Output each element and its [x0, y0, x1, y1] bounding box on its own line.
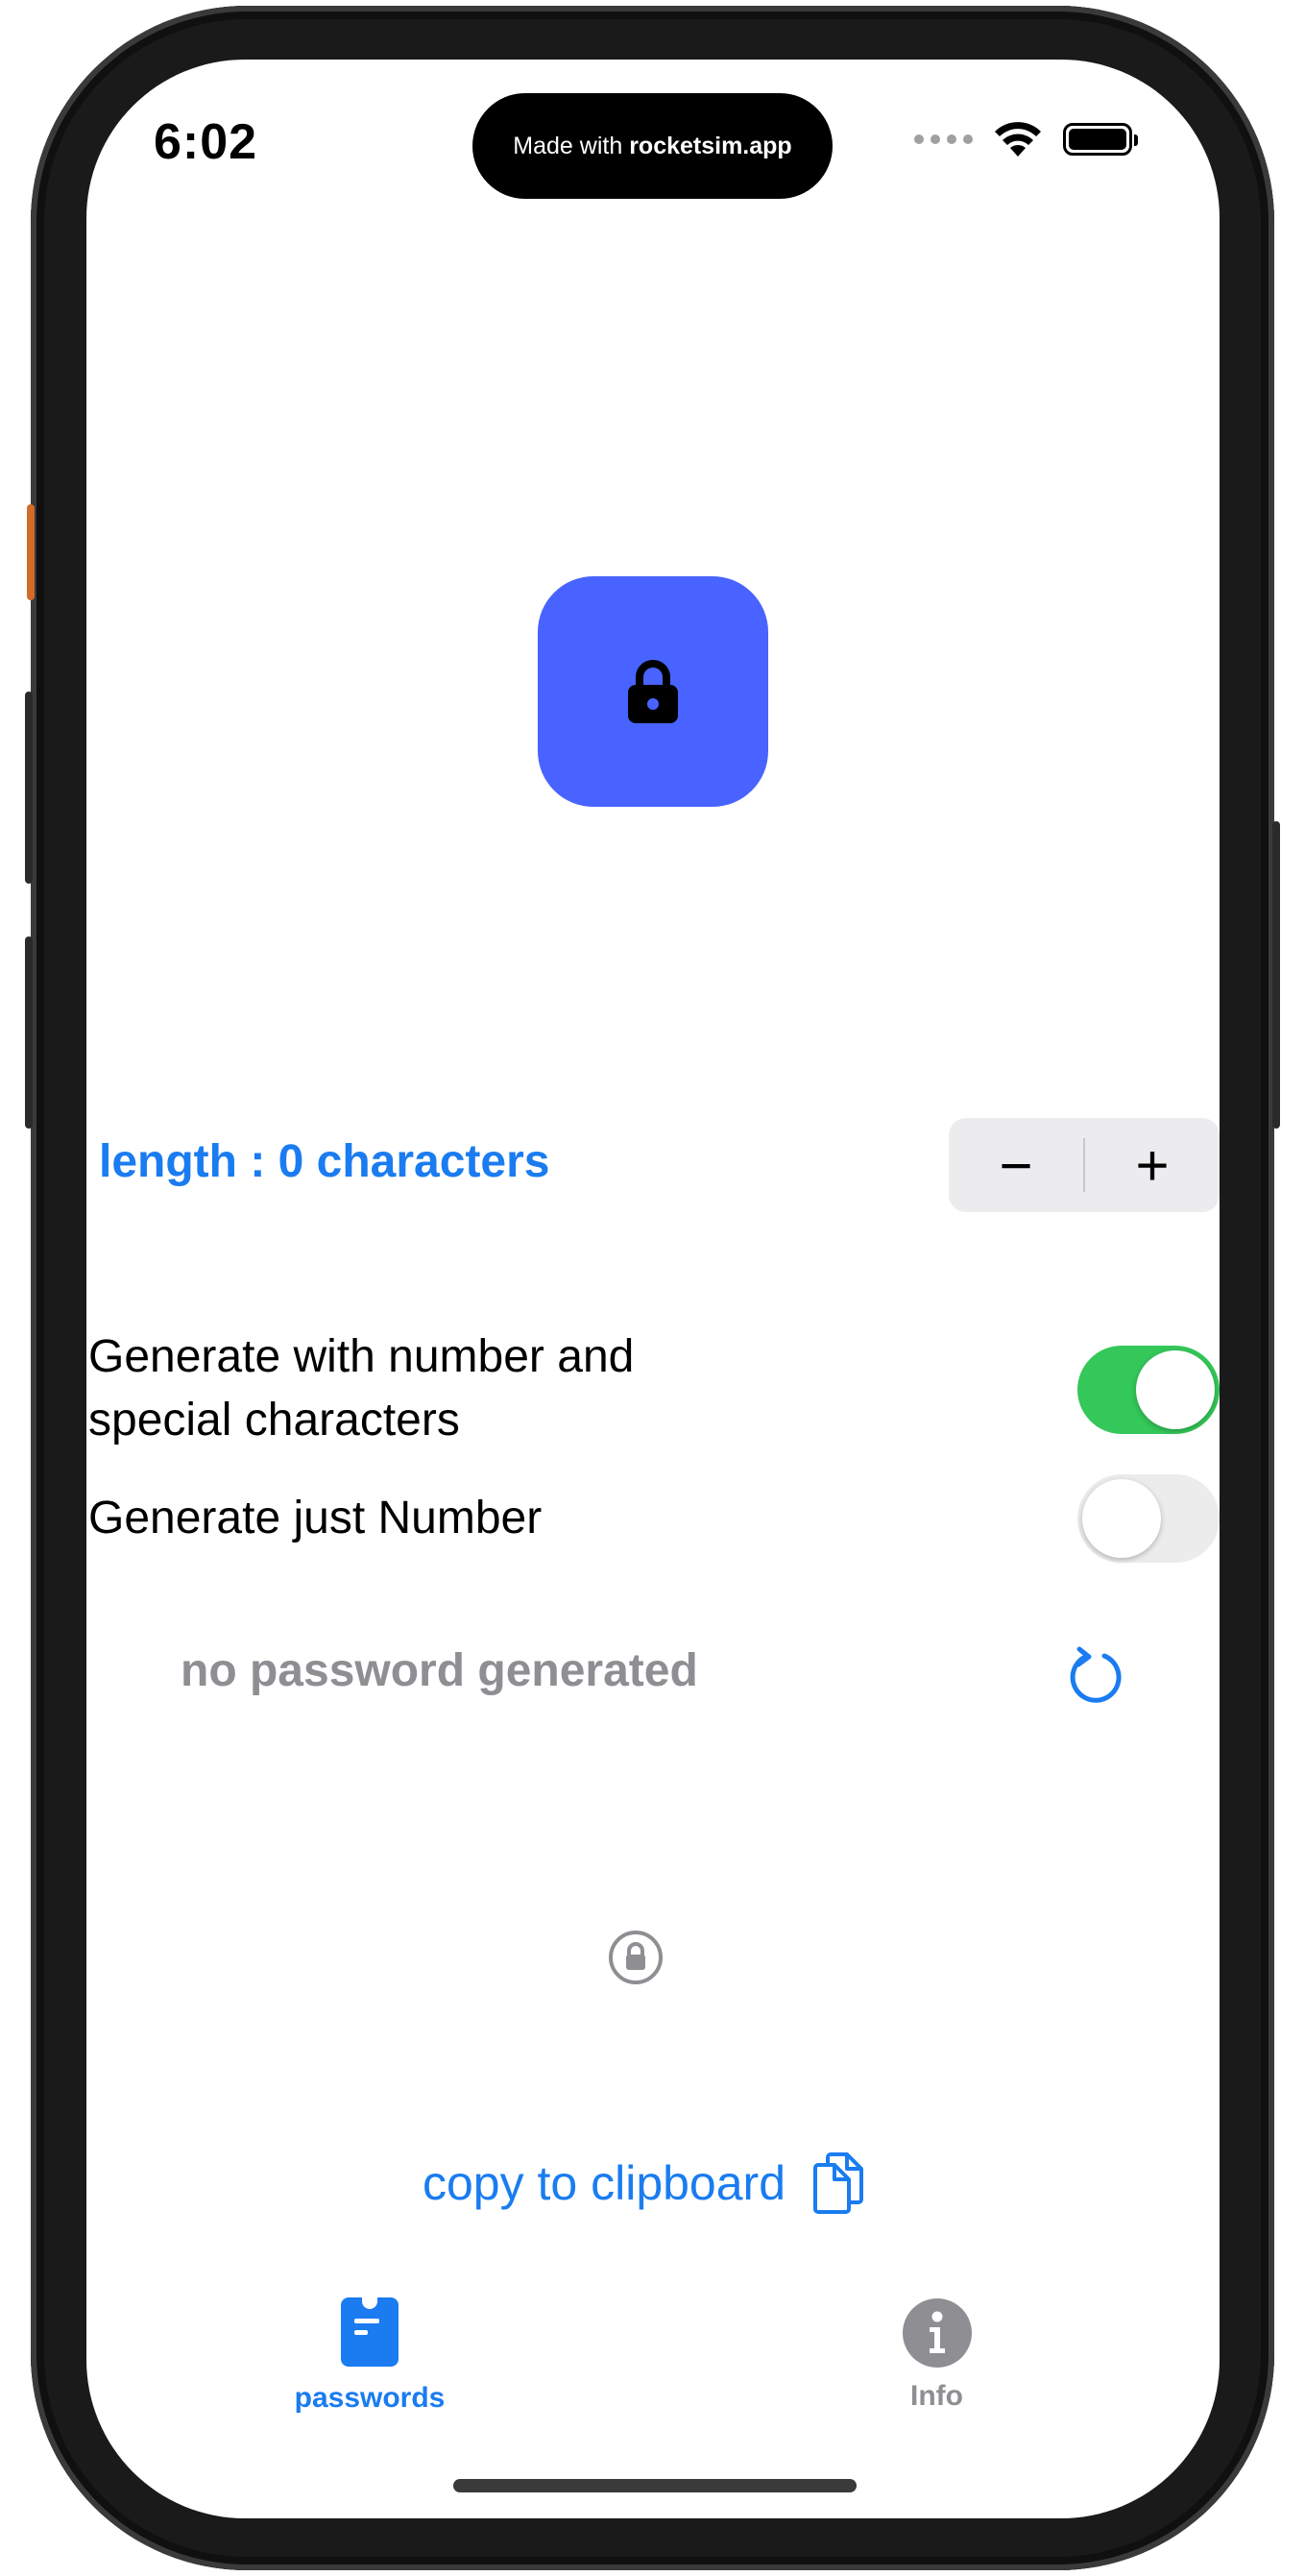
increment-button[interactable]: + [1085, 1118, 1220, 1212]
copy-document-icon [813, 2152, 864, 2214]
island-brand: rocketsim.app [629, 132, 792, 159]
lock-circle-icon [609, 1931, 663, 1984]
toggle-knob [1136, 1350, 1215, 1429]
status-indicators [914, 120, 1138, 158]
clipboard-icon [341, 2296, 399, 2367]
password-text: no password generated [181, 1645, 698, 1696]
tab-label: passwords [294, 2382, 446, 2414]
decrement-button[interactable]: − [949, 1118, 1083, 1212]
option-label-special-chars: Generate with number and special charact… [88, 1331, 635, 1446]
length-stepper[interactable]: − + [949, 1118, 1220, 1212]
refresh-icon[interactable] [1066, 1646, 1125, 1706]
volume-down-button [25, 936, 33, 1129]
toggle-knob [1082, 1479, 1161, 1558]
tab-info[interactable]: Info [882, 2297, 992, 2413]
toggle-special-chars[interactable] [1077, 1346, 1220, 1434]
wifi-icon [995, 122, 1041, 157]
battery-icon [1063, 123, 1138, 156]
copy-to-clipboard-button[interactable]: copy to clipboard [423, 2151, 864, 2215]
app-logo [538, 576, 768, 807]
screen [86, 60, 1220, 2518]
home-indicator[interactable] [453, 2479, 857, 2492]
lock-icon [628, 660, 678, 723]
toggle-just-number[interactable] [1077, 1474, 1220, 1563]
length-label: length : 0 characters [99, 1136, 550, 1187]
volume-up-button [25, 692, 33, 884]
tab-passwords[interactable]: passwords [288, 2294, 451, 2415]
power-button [1272, 821, 1280, 1129]
status-time: 6:02 [154, 114, 258, 170]
action-button [27, 504, 35, 600]
tab-label: Info [910, 2380, 963, 2412]
cellular-signal-icon [914, 134, 973, 144]
info-icon [902, 2298, 972, 2368]
option-label-just-number: Generate just Number [88, 1493, 543, 1543]
island-prefix: Made with [513, 132, 623, 159]
copy-label: copy to clipboard [423, 2156, 786, 2210]
dynamic-island: Made with rocketsim.app [472, 93, 833, 199]
